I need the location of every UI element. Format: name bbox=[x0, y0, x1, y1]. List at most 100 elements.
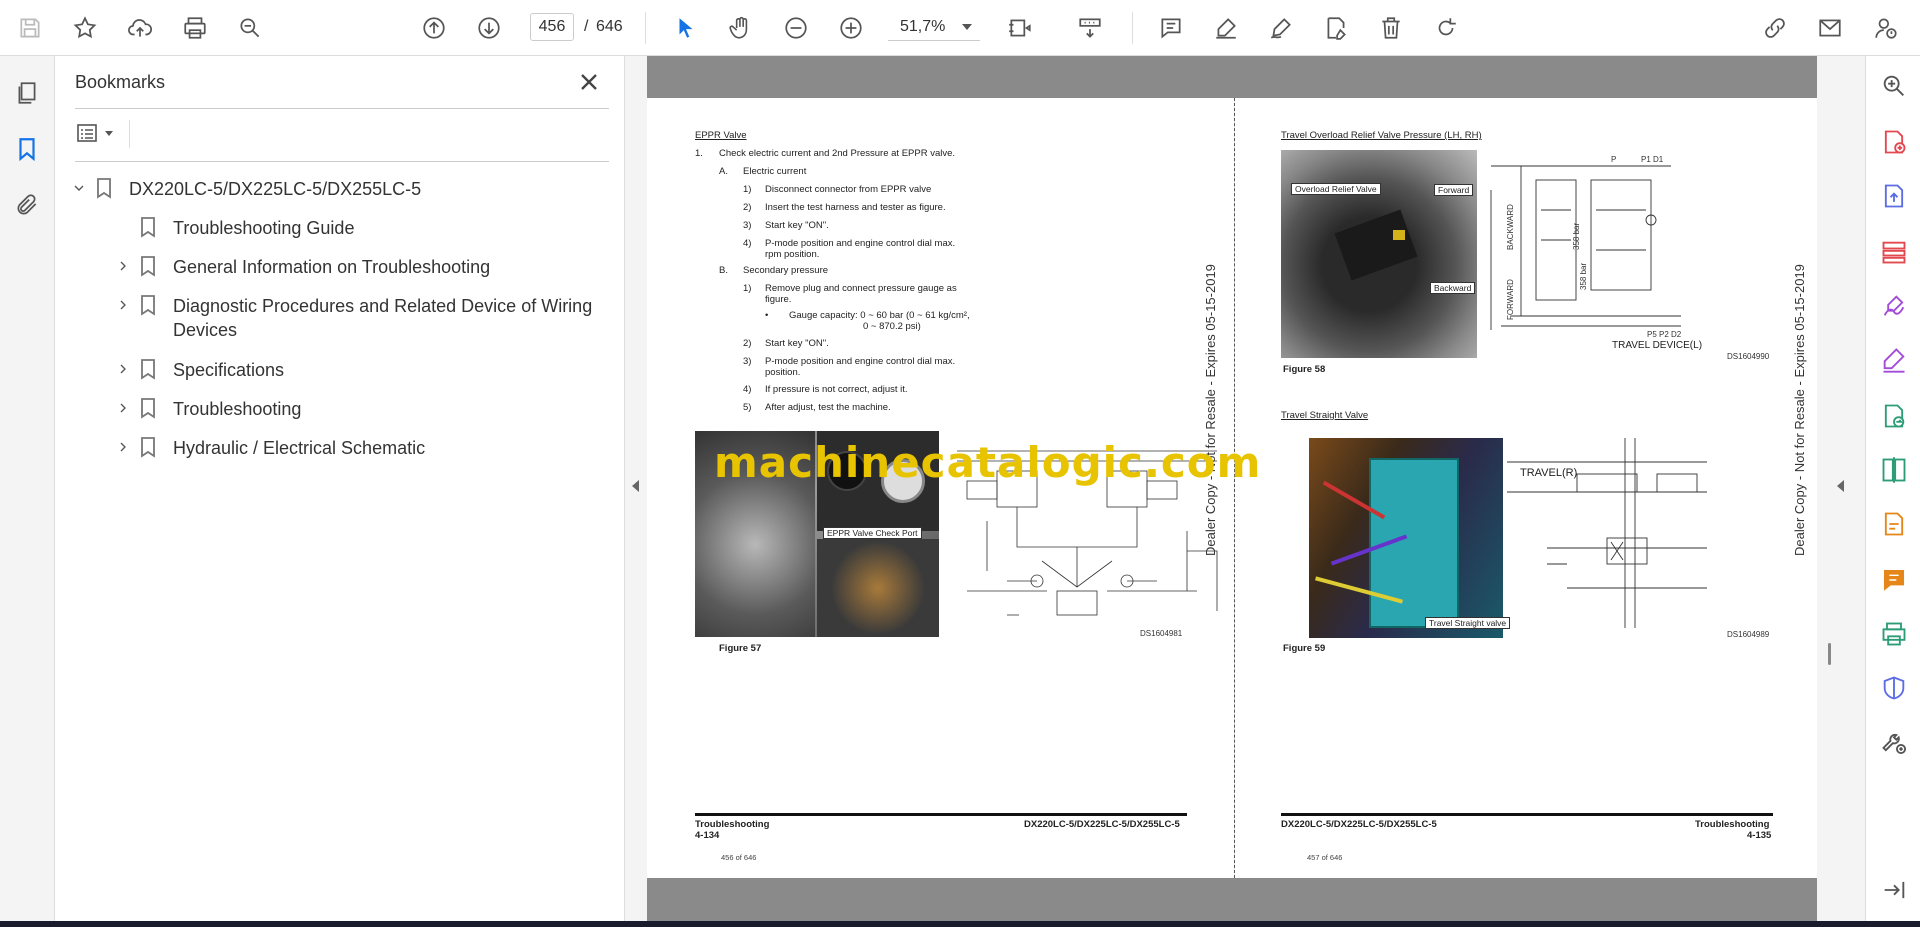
bookmark-label: Diagnostic Procedures and Related Device… bbox=[173, 296, 593, 316]
save-icon[interactable] bbox=[12, 10, 48, 46]
zoom-in-icon[interactable] bbox=[833, 10, 869, 46]
hand-tool-icon[interactable] bbox=[723, 10, 759, 46]
scroll-mode-icon[interactable] bbox=[1072, 10, 1108, 46]
taskbar-strip bbox=[0, 921, 1920, 927]
scan-ocr-icon[interactable] bbox=[1878, 508, 1910, 540]
substep-text: Disconnect connector from EPPR valve bbox=[765, 184, 932, 195]
protect-icon[interactable] bbox=[1878, 672, 1910, 704]
bookmark-label: Troubleshooting bbox=[173, 399, 302, 419]
photo-callout: Travel Straight valve bbox=[1425, 617, 1511, 629]
organize-pages-icon[interactable] bbox=[1878, 236, 1910, 268]
bookmark-item-root[interactable]: DX220LC-5/DX225LC-5/DX255LC-5 bbox=[69, 177, 421, 203]
svg-text:FORWARD: FORWARD bbox=[1506, 279, 1515, 320]
divider bbox=[75, 161, 609, 162]
substep-text: figure. bbox=[765, 294, 792, 305]
comment-tool-icon[interactable] bbox=[1878, 564, 1910, 596]
edit-sign-icon[interactable] bbox=[1878, 344, 1910, 376]
step-number: 1. bbox=[695, 148, 703, 159]
substep-text: P-mode position and engine control dial … bbox=[765, 238, 956, 249]
bullet: • bbox=[765, 310, 769, 321]
bookmark-icon bbox=[139, 436, 157, 458]
zoom-out-icon[interactable] bbox=[778, 10, 814, 46]
section-heading: Travel Overload Relief Valve Pressure (L… bbox=[1281, 130, 1482, 141]
chevron-down-icon[interactable] bbox=[962, 24, 972, 30]
chevron-right-icon[interactable] bbox=[113, 358, 133, 380]
footer-rule bbox=[695, 813, 1187, 816]
substep-text: position. bbox=[765, 367, 801, 378]
substep-text: After adjust, test the machine. bbox=[765, 402, 891, 413]
cloud-upload-icon[interactable] bbox=[122, 10, 158, 46]
edit-text-icon[interactable] bbox=[1318, 10, 1354, 46]
photo-port-area bbox=[817, 539, 939, 637]
select-cursor-icon[interactable] bbox=[668, 10, 704, 46]
comment-icon[interactable] bbox=[1153, 10, 1189, 46]
substep-text: Insert the test harness and tester as fi… bbox=[765, 202, 946, 213]
send-review-icon[interactable] bbox=[1878, 400, 1910, 432]
page-gap-top bbox=[647, 56, 1817, 98]
account-icon[interactable] bbox=[1868, 10, 1904, 46]
attachment-icon[interactable] bbox=[10, 188, 44, 222]
trash-icon[interactable] bbox=[1373, 10, 1409, 46]
bookmark-item-schematic[interactable]: Hydraulic / Electrical Schematic bbox=[113, 436, 425, 462]
bookmark-panel-icon[interactable] bbox=[10, 132, 44, 166]
bookmark-item-general-information[interactable]: General Information on Troubleshooting bbox=[113, 255, 490, 281]
vertical-scroll-area[interactable] bbox=[1817, 56, 1865, 921]
motor-plug bbox=[1393, 230, 1405, 240]
travel-motor-photo bbox=[1281, 150, 1477, 358]
scrollbar-thumb[interactable] bbox=[1828, 643, 1831, 665]
svg-text:P: P bbox=[1611, 155, 1616, 164]
bookmark-item-troubleshooting-guide[interactable]: Troubleshooting Guide bbox=[113, 216, 354, 242]
footer-page-number: 4-135 bbox=[1747, 830, 1772, 841]
previous-page-icon[interactable] bbox=[416, 10, 452, 46]
rotate-icon[interactable] bbox=[1428, 10, 1464, 46]
fit-page-icon[interactable] bbox=[1002, 10, 1038, 46]
fill-sign-icon[interactable] bbox=[1878, 290, 1910, 322]
substep-number: 1) bbox=[743, 283, 752, 294]
left-navigation-rail bbox=[0, 56, 55, 921]
figure-caption: Figure 58 bbox=[1283, 364, 1326, 375]
email-icon[interactable] bbox=[1812, 10, 1848, 46]
chevron-right-icon[interactable] bbox=[113, 294, 133, 316]
svg-text:358 bar: 358 bar bbox=[1572, 223, 1581, 250]
page-thumbnails-icon[interactable] bbox=[10, 76, 44, 110]
draw-pen-icon[interactable] bbox=[1263, 10, 1299, 46]
chevron-right-icon[interactable] bbox=[113, 397, 133, 419]
close-icon[interactable] bbox=[575, 68, 603, 96]
bookmark-icon bbox=[139, 294, 157, 316]
collapse-panel-icon[interactable] bbox=[1878, 874, 1910, 906]
highlight-icon[interactable] bbox=[1208, 10, 1244, 46]
find-zoom-icon[interactable] bbox=[232, 10, 268, 46]
share-link-icon[interactable] bbox=[1757, 10, 1793, 46]
page-number-input[interactable]: 456 bbox=[530, 13, 574, 41]
print-production-icon[interactable] bbox=[1878, 618, 1910, 650]
drawing-code: DS1604989 bbox=[1727, 630, 1770, 639]
substep-text: Start key "ON". bbox=[765, 338, 829, 349]
zoom-search-icon[interactable] bbox=[1878, 70, 1910, 102]
export-pdf-icon[interactable] bbox=[1878, 180, 1910, 212]
compare-icon[interactable] bbox=[1878, 454, 1910, 486]
bookmark-item-troubleshooting[interactable]: Troubleshooting bbox=[113, 397, 301, 423]
bookmark-label: Hydraulic / Electrical Schematic bbox=[173, 438, 426, 458]
photo-callout: EPPR Valve Check Port bbox=[823, 527, 922, 539]
substep-number: 1) bbox=[743, 184, 752, 195]
travel-straight-photo bbox=[1309, 438, 1503, 638]
collapse-arrow-icon[interactable] bbox=[632, 480, 639, 492]
bookmark-options-menu[interactable] bbox=[75, 118, 125, 148]
chevron-down-icon[interactable] bbox=[69, 177, 89, 199]
chevron-right-icon[interactable] bbox=[113, 255, 133, 277]
footer-model: DX220LC-5/DX225LC-5/DX255LC-5 bbox=[1024, 819, 1180, 830]
bookmark-label-group: Diagnostic Procedures and Related Device… bbox=[173, 294, 592, 342]
bookmark-item-diagnostic-procedures[interactable]: Diagnostic Procedures and Related Device… bbox=[113, 294, 592, 344]
chevron-right-icon[interactable] bbox=[113, 436, 133, 458]
expand-arrow-icon[interactable] bbox=[1837, 480, 1844, 492]
panel-splitter[interactable] bbox=[625, 56, 647, 921]
create-pdf-icon[interactable] bbox=[1878, 126, 1910, 158]
footer-model: DX220LC-5/DX225LC-5/DX255LC-5 bbox=[1281, 819, 1437, 830]
more-tools-icon[interactable] bbox=[1878, 726, 1910, 758]
print-icon[interactable] bbox=[177, 10, 213, 46]
bookmark-item-specifications[interactable]: Specifications bbox=[113, 358, 284, 384]
star-icon[interactable] bbox=[67, 10, 103, 46]
next-page-icon[interactable] bbox=[471, 10, 507, 46]
svg-text:358 bar: 358 bar bbox=[1579, 263, 1588, 290]
bookmark-icon bbox=[95, 177, 113, 199]
